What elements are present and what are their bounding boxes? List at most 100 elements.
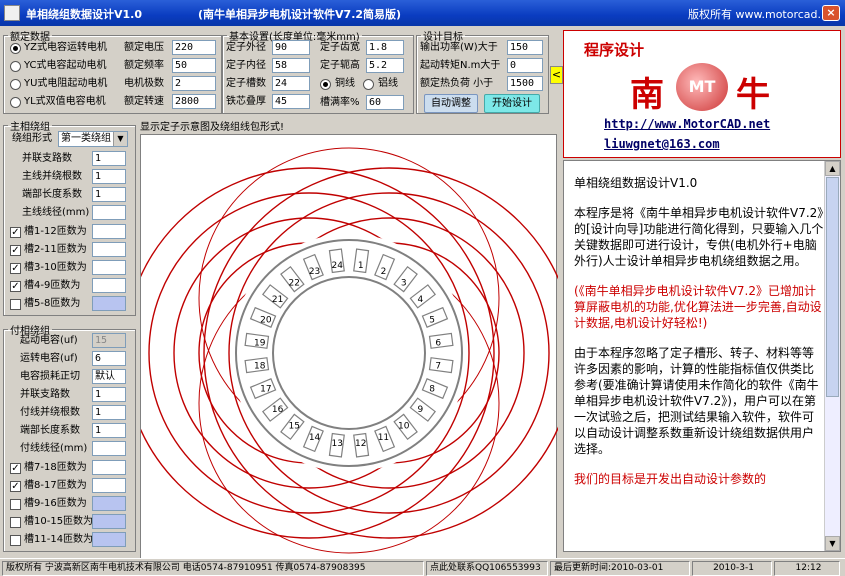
basic-left-label-2: 定子槽数 <box>226 78 266 89</box>
slot-number: 10 <box>398 421 410 431</box>
slot-number: 1 <box>358 261 364 271</box>
slot-number: 24 <box>332 261 344 271</box>
aux-field-input-3[interactable]: 1 <box>92 387 126 402</box>
slot-number: 16 <box>272 405 284 415</box>
fill-rate-input[interactable]: 60 <box>366 95 404 110</box>
slot-number: 19 <box>254 338 266 348</box>
stator-diagram: 1 2 3 4 5 6 7 8 9 10 11 12 13 14 15 16 17 18 19 20 21 22 23 24 <box>123 134 575 559</box>
app-icon <box>4 5 20 21</box>
aux-field-input-6[interactable] <box>92 441 126 456</box>
aux-field-input-2[interactable]: 默认 <box>92 369 126 384</box>
main-slot-label-3: 槽4-9匝数为 <box>24 280 81 291</box>
mode-radio-1[interactable] <box>10 61 21 72</box>
status-qq[interactable]: 点此处联系QQ106553993 <box>426 561 548 576</box>
slot-number: 5 <box>429 316 435 326</box>
scroll-down-icon[interactable]: ▼ <box>825 536 840 551</box>
basic-left-input-1[interactable]: 58 <box>272 58 310 73</box>
basic-left-input-0[interactable]: 90 <box>272 40 310 55</box>
mode-label-3: YL式双值电容电机 <box>24 96 106 107</box>
info-text-panel: 单相绕组数据设计V1.0 本程序是将《南牛单相异步电机设计软件V7.2》的[设计… <box>563 160 841 552</box>
slot-20 <box>428 332 454 349</box>
main-field-input-0[interactable]: 1 <box>92 151 126 166</box>
slot-number: 9 <box>418 405 424 415</box>
main-slot-check-1[interactable]: ✓ <box>10 245 21 256</box>
aux-slot-check-2[interactable] <box>10 499 21 510</box>
aux-slot-check-0[interactable]: ✓ <box>10 463 21 474</box>
auto-adjust-button[interactable]: 自动调整 <box>424 94 478 113</box>
slot-19 <box>428 357 454 374</box>
main-field-input-1[interactable]: 1 <box>92 169 126 184</box>
winding-form-select[interactable]: 第一类绕组 ▼ <box>58 131 128 147</box>
target-input-1[interactable]: 0 <box>507 58 543 73</box>
aux-slot-check-1[interactable]: ✓ <box>10 481 21 492</box>
basic-left-input-2[interactable]: 24 <box>272 76 310 91</box>
aux-field-input-1[interactable]: 6 <box>92 351 126 366</box>
window-subtitle: (南牛单相异步电机设计软件V7.2简易版) <box>198 8 402 21</box>
rated-field-input-1[interactable]: 50 <box>172 58 216 73</box>
aux-field-input-0[interactable]: 15 <box>92 333 126 348</box>
slot-number: 23 <box>309 267 320 277</box>
email-link[interactable]: liuwgnet@163.com <box>604 137 720 151</box>
start-design-button[interactable]: 开始设计 <box>484 94 540 113</box>
aux-slot-label-2: 槽9-16匝数为 <box>24 498 87 509</box>
target-input-0[interactable]: 150 <box>507 40 543 55</box>
rated-field-input-3[interactable]: 2800 <box>172 94 216 109</box>
collapse-toggle[interactable]: < <box>550 66 563 84</box>
main-slot-input-4[interactable] <box>92 296 126 311</box>
aux-field-input-5[interactable]: 1 <box>92 423 126 438</box>
scroll-thumb[interactable] <box>826 177 839 397</box>
slot-number: 20 <box>260 316 272 326</box>
alu-wire-radio[interactable] <box>363 79 374 90</box>
logo-heading: 程序设计 <box>584 41 645 59</box>
copper-wire-radio[interactable] <box>320 79 331 90</box>
website-link[interactable]: http://www.MotorCAD.net <box>604 117 770 131</box>
mode-radio-3[interactable] <box>10 97 21 108</box>
target-label-1: 起动转矩N.m大于 <box>420 60 501 71</box>
aux-slot-input-2[interactable] <box>92 496 126 511</box>
aux-slot-input-0[interactable] <box>92 460 126 475</box>
info-scrollbar[interactable]: ▲ ▼ <box>824 161 840 551</box>
main-field-input-3[interactable] <box>92 205 126 220</box>
mode-radio-0[interactable] <box>10 43 21 54</box>
aux-slot-input-3[interactable] <box>92 514 126 529</box>
mode-radio-2[interactable] <box>10 79 21 90</box>
main-slot-input-0[interactable] <box>92 224 126 239</box>
slot-number: 17 <box>260 384 271 394</box>
slot-number: 18 <box>254 362 266 372</box>
basic-left-input-3[interactable]: 45 <box>272 94 310 109</box>
close-button[interactable]: × <box>822 5 840 21</box>
rated-field-input-0[interactable]: 220 <box>172 40 216 55</box>
rated-field-label-3: 额定转速 <box>124 96 164 107</box>
main-field-label-2: 端部长度系数 <box>22 189 82 200</box>
scroll-up-icon[interactable]: ▲ <box>825 161 840 176</box>
main-field-input-2[interactable]: 1 <box>92 187 126 202</box>
slot-number: 21 <box>272 295 283 305</box>
basic-right-input-0[interactable]: 1.8 <box>366 40 404 55</box>
aux-field-input-4[interactable]: 1 <box>92 405 126 420</box>
main-field-label-3: 主线线径(mm) <box>22 207 90 218</box>
aux-slot-check-3[interactable] <box>10 517 21 528</box>
main-slot-label-1: 槽2-11匝数为 <box>24 244 87 255</box>
aux-slot-input-1[interactable] <box>92 478 126 493</box>
main-slot-check-3[interactable]: ✓ <box>10 281 21 292</box>
aux-slot-check-4[interactable] <box>10 535 21 546</box>
target-label-2: 额定热负荷 小于 <box>420 78 494 89</box>
aux-field-label-4: 付线并绕根数 <box>20 407 80 418</box>
main-slot-input-2[interactable] <box>92 260 126 275</box>
main-slot-check-2[interactable]: ✓ <box>10 263 21 274</box>
target-label-0: 输出功率(W)大于 <box>420 42 498 53</box>
slot-number: 12 <box>355 439 366 449</box>
aux-field-label-3: 并联支路数 <box>20 389 70 400</box>
slot-number: 7 <box>435 362 441 372</box>
rated-field-input-2[interactable]: 2 <box>172 76 216 91</box>
main-slot-input-3[interactable] <box>92 278 126 293</box>
target-input-2[interactable]: 1500 <box>507 76 543 91</box>
main-slot-input-1[interactable] <box>92 242 126 257</box>
slot-number: 11 <box>378 433 389 443</box>
aux-slot-input-4[interactable] <box>92 532 126 547</box>
aux-slot-label-3: 槽10-15匝数为 <box>24 516 94 527</box>
slot-number: 15 <box>288 421 299 431</box>
basic-right-input-1[interactable]: 5.2 <box>366 58 404 73</box>
main-slot-check-4[interactable] <box>10 299 21 310</box>
main-slot-check-0[interactable]: ✓ <box>10 227 21 238</box>
